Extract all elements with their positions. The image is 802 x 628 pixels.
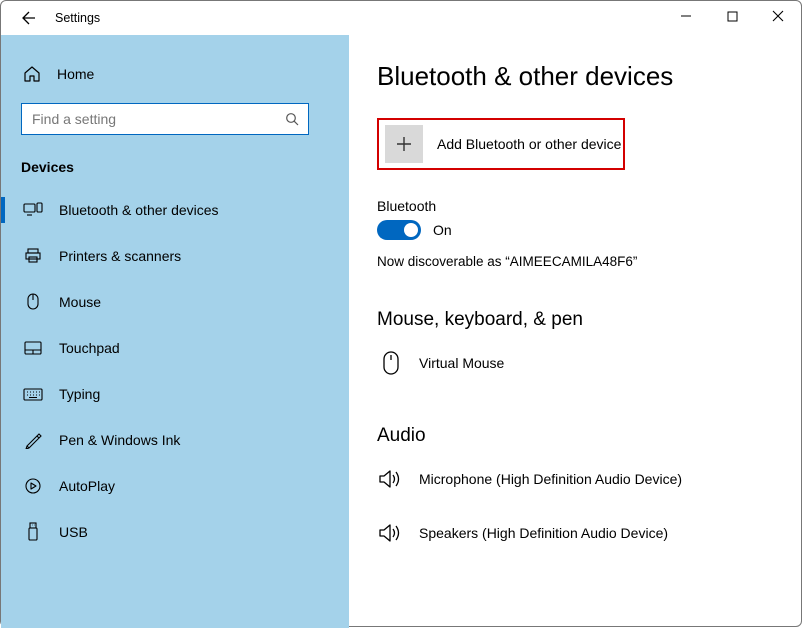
sidebar-item-label: USB (59, 524, 88, 540)
minimize-icon (680, 10, 692, 22)
main-content: Bluetooth & other devices Add Bluetooth … (349, 35, 801, 628)
plus-tile (385, 125, 423, 163)
sidebar-item-pen[interactable]: Pen & Windows Ink (1, 417, 349, 463)
device-label: Speakers (High Definition Audio Device) (419, 525, 668, 541)
mouse-icon (23, 292, 43, 312)
sidebar-item-mouse[interactable]: Mouse (1, 279, 349, 325)
sidebar-item-touchpad[interactable]: Touchpad (1, 325, 349, 371)
sidebar-item-bluetooth[interactable]: Bluetooth & other devices (1, 187, 349, 233)
sidebar-section-label: Devices (21, 159, 329, 175)
sidebar-item-label: Typing (59, 386, 100, 402)
pen-icon (23, 430, 43, 450)
search-field[interactable] (30, 110, 285, 128)
close-button[interactable] (755, 1, 801, 31)
sidebar-item-label: Touchpad (59, 340, 120, 356)
back-button[interactable] (15, 6, 39, 30)
window-controls (663, 1, 801, 31)
sidebar-nav: Bluetooth & other devices Printers & sca… (1, 187, 349, 555)
devices-icon (23, 200, 43, 220)
keyboard-icon (23, 384, 43, 404)
sidebar-home[interactable]: Home (21, 55, 329, 93)
arrow-left-icon (18, 9, 36, 27)
maximize-button[interactable] (709, 1, 755, 31)
sidebar-item-label: Pen & Windows Ink (59, 432, 180, 448)
sidebar: Home Devices Bluetooth & other devices P… (1, 35, 349, 628)
search-icon (285, 112, 300, 127)
speaker-icon (377, 468, 405, 490)
device-virtual-mouse[interactable]: Virtual Mouse (377, 341, 777, 385)
add-device-button[interactable]: Add Bluetooth or other device (377, 118, 625, 170)
group-mouse-keyboard: Mouse, keyboard, & pen (377, 309, 777, 331)
close-icon (772, 10, 784, 22)
usb-icon (23, 522, 43, 542)
sidebar-item-label: AutoPlay (59, 478, 115, 494)
sidebar-item-usb[interactable]: USB (1, 509, 349, 555)
mouse-icon (377, 350, 405, 376)
home-label: Home (57, 66, 94, 82)
sidebar-item-typing[interactable]: Typing (1, 371, 349, 417)
touchpad-icon (23, 338, 43, 358)
bluetooth-toggle[interactable] (377, 220, 421, 240)
bluetooth-heading: Bluetooth (377, 198, 777, 214)
search-input[interactable] (21, 103, 309, 135)
group-audio: Audio (377, 425, 777, 447)
speaker-icon (377, 522, 405, 544)
printer-icon (23, 246, 43, 266)
maximize-icon (727, 11, 738, 22)
add-device-label: Add Bluetooth or other device (437, 136, 621, 152)
minimize-button[interactable] (663, 1, 709, 31)
discoverable-text: Now discoverable as “AIMEECAMILA48F6” (377, 254, 777, 269)
window-title: Settings (55, 11, 100, 25)
sidebar-item-label: Printers & scanners (59, 248, 181, 264)
device-speakers[interactable]: Speakers (High Definition Audio Device) (377, 511, 777, 555)
sidebar-item-label: Bluetooth & other devices (59, 202, 219, 218)
sidebar-item-autoplay[interactable]: AutoPlay (1, 463, 349, 509)
page-title: Bluetooth & other devices (377, 61, 777, 92)
home-icon (23, 65, 41, 83)
autoplay-icon (23, 476, 43, 496)
device-microphone[interactable]: Microphone (High Definition Audio Device… (377, 457, 777, 501)
bluetooth-state: On (433, 222, 452, 238)
plus-icon (394, 134, 414, 154)
device-label: Virtual Mouse (419, 355, 504, 371)
sidebar-item-label: Mouse (59, 294, 101, 310)
sidebar-item-printers[interactable]: Printers & scanners (1, 233, 349, 279)
device-label: Microphone (High Definition Audio Device… (419, 471, 682, 487)
